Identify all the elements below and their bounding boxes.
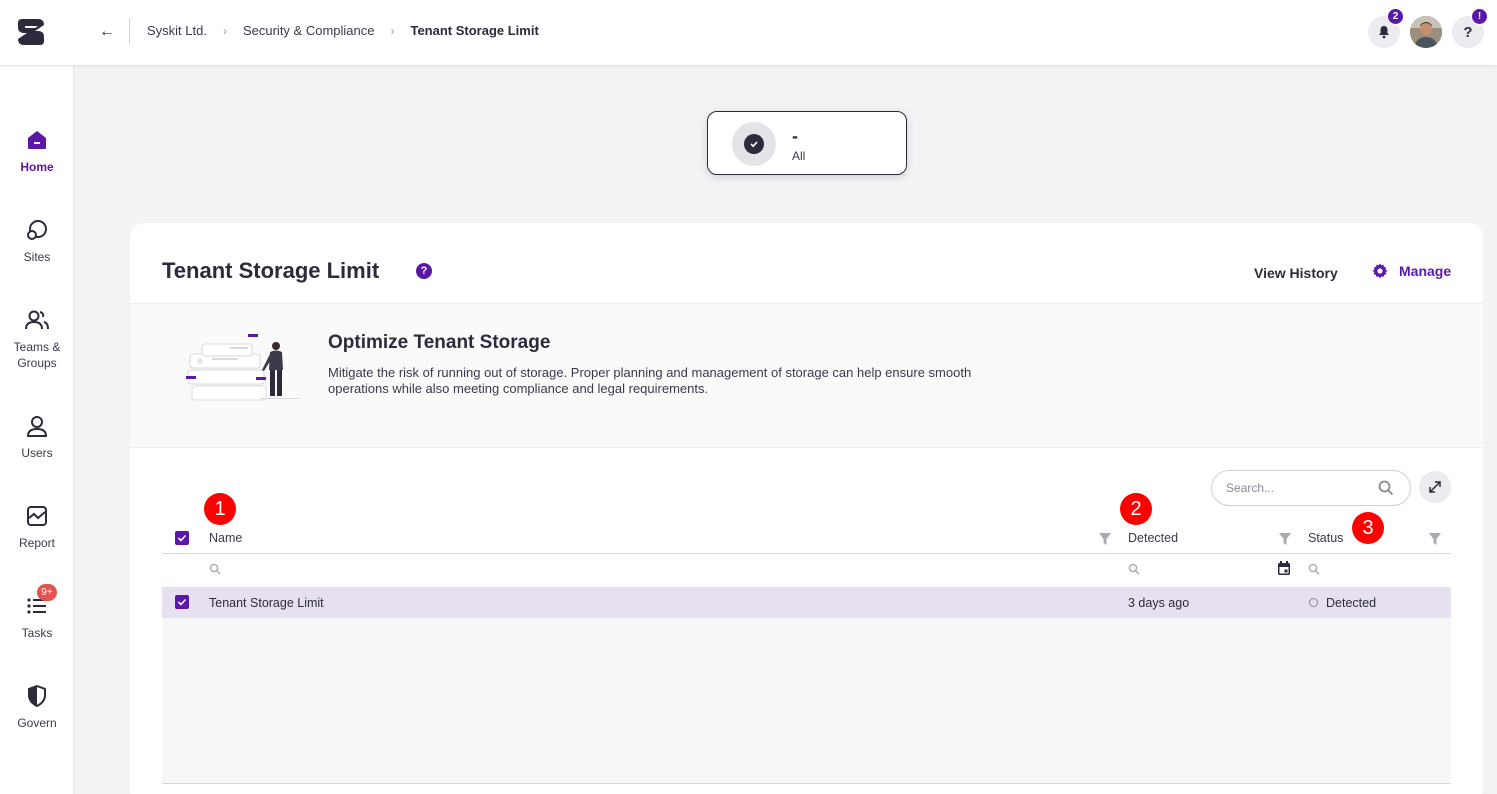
sidebar-item-teams-groups[interactable]: Teams & Groups — [0, 308, 74, 371]
back-arrow-icon[interactable]: ← — [96, 20, 118, 44]
table-search — [1211, 470, 1411, 506]
filter-icon[interactable] — [1428, 532, 1442, 546]
chevron-right-icon: › — [222, 23, 227, 38]
sidebar-item-label: Govern — [17, 716, 57, 730]
sidebar-item-label: Tasks — [21, 626, 53, 640]
select-all-checkbox[interactable] — [175, 531, 189, 545]
column-header-status[interactable]: Status — [1308, 531, 1343, 545]
notifications-button[interactable]: 2 — [1368, 8, 1404, 48]
sites-icon — [25, 218, 49, 242]
view-history-button[interactable]: View History — [1254, 265, 1338, 281]
sidebar-item-label: Teams & Groups — [13, 340, 61, 370]
bell-icon — [1379, 26, 1389, 39]
summary-filter-card[interactable]: - All — [707, 111, 907, 175]
question-icon: ? — [1463, 23, 1473, 41]
notifications-badge: 2 — [1387, 8, 1404, 25]
cell-status: Detected — [1326, 596, 1377, 610]
expand-icon — [1429, 481, 1441, 493]
annotation-marker-2: 2 — [1120, 493, 1152, 525]
column-header-detected[interactable]: Detected — [1128, 531, 1178, 545]
cell-name[interactable]: Tenant Storage Limit — [209, 596, 324, 610]
table-row[interactable]: Tenant Storage Limit 3 days ago Detected — [162, 587, 1451, 618]
chevron-right-icon: › — [390, 23, 395, 38]
gear-icon — [1372, 263, 1388, 279]
storage-illustration — [186, 334, 300, 401]
info-description: Mitigate the risk of running out of stor… — [328, 365, 972, 396]
sidebar-item-govern[interactable]: Govern — [0, 684, 74, 731]
help-icon[interactable]: ? — [416, 263, 432, 279]
tasks-badge: 9+ — [37, 584, 57, 601]
filter-icon[interactable] — [1098, 532, 1112, 546]
home-icon — [25, 128, 49, 152]
info-banner: Optimize Tenant Storage Mitigate the ris… — [130, 303, 1483, 448]
info-title: Optimize Tenant Storage — [328, 332, 551, 353]
breadcrumb-organization[interactable]: Syskit Ltd. — [147, 23, 207, 38]
row-checkbox[interactable] — [175, 595, 189, 609]
breadcrumb-security-compliance[interactable]: Security & Compliance — [243, 23, 375, 38]
summary-label: All — [792, 149, 806, 163]
sidebar-item-home[interactable]: Home — [0, 128, 74, 175]
sidebar-item-label: Report — [18, 536, 56, 550]
search-icon[interactable] — [209, 563, 221, 575]
user-photo — [1410, 16, 1442, 48]
sidebar-item-users[interactable]: Users — [0, 414, 74, 461]
teams-icon — [25, 308, 49, 332]
cell-detected: 3 days ago — [1128, 596, 1190, 610]
sidebar-item-sites[interactable]: Sites — [0, 218, 74, 265]
table-empty-area — [162, 618, 1451, 784]
filter-icon[interactable] — [1278, 532, 1292, 546]
breadcrumb-current: Tenant Storage Limit — [410, 23, 539, 38]
sidebar-item-report[interactable]: Report — [0, 504, 74, 551]
status-circle-icon — [1309, 598, 1318, 607]
avatar[interactable] — [1410, 16, 1442, 48]
annotation-marker-1: 1 — [204, 493, 236, 525]
report-icon — [25, 504, 49, 528]
syskit-logo[interactable] — [14, 15, 48, 49]
tasks-icon: 9+ — [25, 584, 57, 618]
manage-button[interactable]: Manage — [1372, 263, 1451, 279]
sidebar: Home Sites Teams & Groups Users Report 9… — [0, 66, 74, 794]
header-divider — [162, 553, 1451, 554]
annotation-marker-3: 3 — [1352, 512, 1384, 544]
main-panel: Tenant Storage Limit ? View History Mana… — [130, 223, 1483, 794]
sidebar-item-tasks[interactable]: 9+ Tasks — [0, 584, 74, 641]
page-title: Tenant Storage Limit — [162, 258, 380, 283]
breadcrumb: Syskit Ltd. › Security & Compliance › Te… — [147, 23, 539, 38]
user-icon — [25, 414, 49, 438]
sidebar-item-label: Home — [20, 160, 54, 174]
help-badge: ! — [1471, 8, 1488, 25]
checkmark-icon — [177, 534, 187, 542]
calendar-icon[interactable] — [1277, 561, 1291, 576]
checkmark-icon — [177, 598, 187, 606]
manage-label: Manage — [1399, 263, 1452, 279]
help-button[interactable]: ? ! — [1452, 8, 1488, 48]
top-bar: ← Syskit Ltd. › Security & Compliance › … — [0, 0, 1497, 66]
shield-icon — [25, 684, 49, 708]
search-input[interactable] — [1226, 479, 1376, 497]
search-icon[interactable] — [1308, 563, 1320, 575]
sidebar-item-label: Sites — [23, 250, 51, 264]
check-circle-icon — [732, 122, 776, 166]
sidebar-item-label: Users — [21, 446, 53, 460]
summary-value: - — [792, 126, 798, 146]
expand-button[interactable] — [1419, 471, 1451, 503]
search-icon[interactable] — [1378, 480, 1394, 496]
divider — [129, 18, 130, 44]
search-icon[interactable] — [1128, 563, 1140, 575]
column-header-name[interactable]: Name — [209, 531, 242, 545]
